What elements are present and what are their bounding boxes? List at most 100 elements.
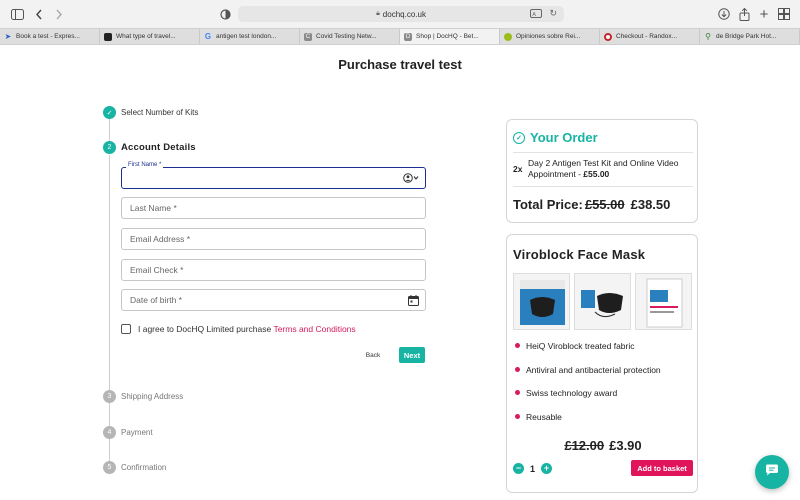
total-old-price: £55.00: [584, 197, 625, 212]
next-button[interactable]: Next: [399, 347, 425, 363]
step-2-number: 2: [103, 141, 116, 154]
order-title-text: Your Order: [530, 130, 598, 145]
tab-what-type[interactable]: What type of travel...: [100, 29, 200, 44]
download-icon[interactable]: [716, 6, 732, 22]
step-5-number: 5: [103, 461, 116, 474]
tab-book-a-test[interactable]: ➤ Book a test - Expres...: [0, 29, 100, 44]
translate-icon[interactable]: A: [530, 9, 542, 20]
new-tab-icon[interactable]: +: [756, 6, 772, 23]
product-title: Viroblock Face Mask: [513, 247, 646, 262]
lock-icon: 🔒︎: [376, 10, 380, 17]
address-bar[interactable]: 🔒︎ dochq.co.uk A ↻: [238, 6, 564, 22]
order-item: Day 2 Antigen Test Kit and Online Video …: [528, 158, 688, 180]
total-new-price: £38.50: [630, 197, 671, 212]
bullet-icon: [515, 366, 520, 372]
step-connector: [109, 155, 110, 390]
step-connector: [109, 403, 110, 426]
tab-label: Opiniones sobre Rei...: [516, 33, 581, 40]
order-summary-card: ✓ Your Order 2x Day 2 Antigen Test Kit a…: [506, 119, 698, 223]
map-pin-icon: ⚲: [705, 32, 711, 41]
step-connector: [109, 439, 110, 461]
date-of-birth-field[interactable]: [121, 289, 426, 311]
browser-toolbar: 🔒︎ dochq.co.uk A ↻ +: [0, 0, 800, 28]
bullet-icon: [515, 413, 520, 419]
calendar-icon[interactable]: [408, 295, 419, 309]
date-of-birth-input[interactable]: [122, 290, 425, 310]
last-name-input[interactable]: [122, 198, 425, 218]
tab-opiniones[interactable]: Opiniones sobre Rei...: [500, 29, 600, 44]
terms-checkbox[interactable]: [121, 324, 131, 334]
feature-item: Swiss technology award: [515, 388, 661, 412]
page-title: Purchase travel test: [338, 57, 462, 72]
tab-label: Covid Testing Netw...: [316, 33, 377, 40]
privacy-icon[interactable]: [217, 6, 233, 22]
tab-label: de Bridge Park Hot...: [716, 33, 777, 40]
tab-shop-dochq[interactable]: D Shop | DocHQ - Bet...: [400, 29, 500, 44]
tab-covid-testing[interactable]: C Covid Testing Netw...: [300, 29, 400, 44]
tab-overview-icon[interactable]: [776, 6, 792, 22]
product-image-box[interactable]: [513, 273, 570, 330]
feature-text: Swiss technology award: [526, 388, 618, 398]
terms-agree-text: I agree to DocHQ Limited purchase: [138, 324, 274, 334]
tab-bar: ➤ Book a test - Expres... What type of tr…: [0, 28, 800, 45]
email-check-input[interactable]: [122, 260, 425, 280]
last-name-field[interactable]: [121, 197, 426, 219]
tab-bridge-park[interactable]: ⚲ de Bridge Park Hot...: [700, 29, 800, 44]
first-name-label: First Name *: [126, 162, 164, 168]
increase-quantity-button[interactable]: +: [541, 463, 553, 474]
product-image-pack[interactable]: [635, 273, 692, 330]
tab-checkout-randox[interactable]: Checkout - Randox...: [600, 29, 700, 44]
feature-text: Antiviral and antibacterial protection: [526, 364, 661, 375]
upsell-product-card: Viroblock Face Mask HeiQ Viroblock treat…: [506, 234, 698, 493]
chat-icon: [765, 463, 779, 481]
decrease-quantity-button[interactable]: −: [513, 463, 524, 474]
autofill-contact-icon[interactable]: [403, 173, 419, 186]
total-price: Total Price: £55.00 £38.50: [513, 197, 670, 212]
google-icon: G: [204, 32, 212, 41]
tab-google-search[interactable]: Gantigen test london...: [200, 29, 300, 44]
product-old-price: £12.00: [564, 438, 605, 453]
product-price: £12.00 £3.90: [507, 438, 699, 453]
feature-list: HeiQ Viroblock treated fabric Antiviral …: [515, 341, 661, 435]
url-text: dochq.co.uk: [382, 9, 426, 19]
tab-label: Checkout - Randox...: [616, 33, 678, 40]
first-name-input[interactable]: [122, 168, 425, 188]
email-input[interactable]: [122, 229, 425, 249]
svg-text:A: A: [532, 12, 536, 18]
back-button[interactable]: Back: [360, 348, 386, 362]
terms-agreement: I agree to DocHQ Limited purchase Terms …: [138, 324, 356, 334]
feature-text: Reusable: [526, 411, 562, 422]
randox-favicon-icon: [604, 32, 612, 41]
email-field[interactable]: [121, 228, 426, 250]
first-name-field[interactable]: [121, 167, 426, 189]
letter-c-icon: C: [304, 32, 312, 41]
bullet-icon: [515, 390, 520, 395]
feature-text: HeiQ Viroblock treated fabric: [526, 341, 635, 351]
site-favicon-icon: [104, 32, 112, 41]
step-1-label[interactable]: Select Number of Kits: [121, 108, 198, 117]
tab-label: antigen test london...: [216, 33, 277, 40]
quantity-value: 1: [530, 463, 536, 474]
step-3-number: 3: [103, 390, 116, 403]
order-title: ✓ Your Order: [513, 130, 598, 145]
tab-label: What type of travel...: [116, 33, 176, 40]
step-1-check-icon: ✓: [103, 106, 116, 119]
chat-button[interactable]: [755, 455, 789, 489]
back-icon[interactable]: [31, 6, 47, 22]
reload-icon[interactable]: ↻: [549, 8, 557, 19]
sidebar-icon[interactable]: [9, 6, 25, 22]
step-connector: [109, 119, 110, 142]
feature-item: HeiQ Viroblock treated fabric: [515, 341, 661, 365]
share-icon[interactable]: [736, 6, 752, 22]
product-new-price: £3.90: [609, 438, 642, 453]
terms-link[interactable]: Terms and Conditions: [273, 324, 355, 334]
check-circle-icon: ✓: [513, 131, 525, 144]
step-4-number: 4: [103, 426, 116, 439]
add-to-basket-button[interactable]: Add to basket: [631, 460, 693, 476]
product-image-mask[interactable]: [574, 273, 631, 330]
order-quantity: 2x: [513, 164, 523, 174]
email-check-field[interactable]: [121, 259, 426, 281]
quantity-stepper: − 1 +: [513, 463, 553, 474]
review-favicon-icon: [504, 32, 512, 41]
forward-icon[interactable]: [51, 6, 67, 22]
